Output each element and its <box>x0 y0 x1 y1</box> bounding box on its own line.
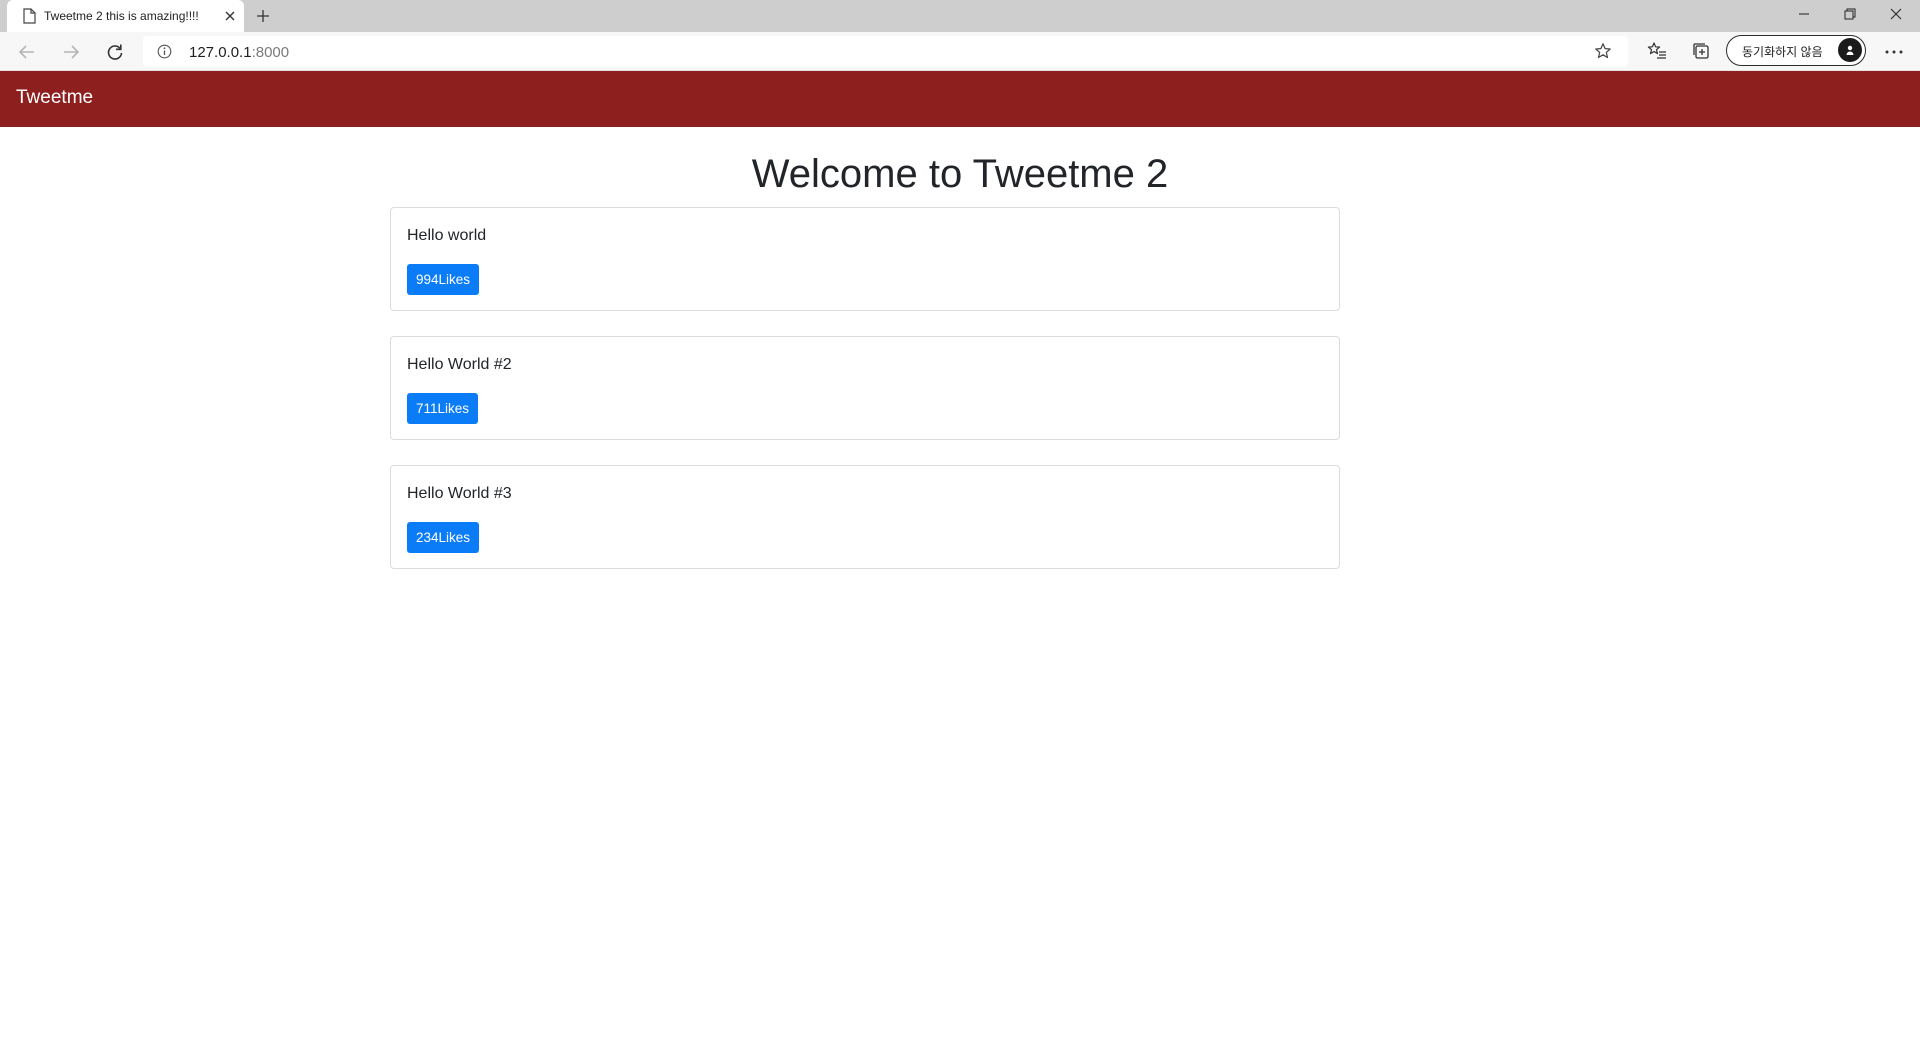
plus-icon[interactable] <box>254 7 272 25</box>
tab-strip: Tweetme 2 this is amazing!!!! <box>0 0 1920 32</box>
avatar <box>1838 38 1862 62</box>
minimize-icon[interactable] <box>1781 2 1827 26</box>
tweet-card: Hello World #2 711Likes <box>390 336 1340 440</box>
app-navbar: Tweetme <box>0 71 1920 127</box>
close-icon[interactable] <box>223 9 237 23</box>
like-button[interactable]: 711Likes <box>407 393 479 424</box>
navbar-brand[interactable]: Tweetme <box>16 87 93 109</box>
tweet-card: Hello world 994Likes <box>390 207 1340 311</box>
favorites-icon[interactable] <box>1647 41 1667 61</box>
profile-button[interactable]: 동기화하지 않음 <box>1726 35 1866 66</box>
profile-label: 동기화하지 않음 <box>1742 45 1823 59</box>
browser-toolbar: 127.0.0.1:8000 동기화하지 않음 <box>0 32 1920 71</box>
arrow-right-icon[interactable] <box>59 40 83 64</box>
arrow-left-icon[interactable] <box>15 40 39 64</box>
like-button[interactable]: 994Likes <box>407 264 480 295</box>
info-icon[interactable] <box>157 44 172 59</box>
url-port: :8000 <box>251 44 290 61</box>
page-icon <box>23 8 36 24</box>
address-bar[interactable]: 127.0.0.1:8000 <box>143 36 1628 67</box>
tweet-list: Hello world 994Likes Hello World #2 711L… <box>390 207 1340 594</box>
restore-icon[interactable] <box>1827 2 1873 26</box>
tweet-content: Hello World #3 <box>407 485 512 502</box>
url-text[interactable]: 127.0.0.1:8000 <box>189 44 289 61</box>
tweet-content: Hello world <box>407 227 487 244</box>
url-host: 127.0.0.1 <box>189 44 252 61</box>
window-close-icon[interactable] <box>1873 2 1919 26</box>
collections-icon[interactable] <box>1691 41 1711 61</box>
page-title: Welcome to Tweetme 2 <box>751 152 1169 196</box>
browser-tab[interactable]: Tweetme 2 this is amazing!!!! <box>7 0 244 32</box>
reload-icon[interactable] <box>103 40 127 64</box>
like-button[interactable]: 234Likes <box>407 522 480 553</box>
tweet-content: Hello World #2 <box>407 356 512 373</box>
tab-title: Tweetme 2 this is amazing!!!! <box>44 9 199 23</box>
tweet-card: Hello World #3 234Likes <box>390 465 1340 569</box>
more-icon[interactable] <box>1880 40 1908 64</box>
star-icon[interactable] <box>1594 42 1612 60</box>
